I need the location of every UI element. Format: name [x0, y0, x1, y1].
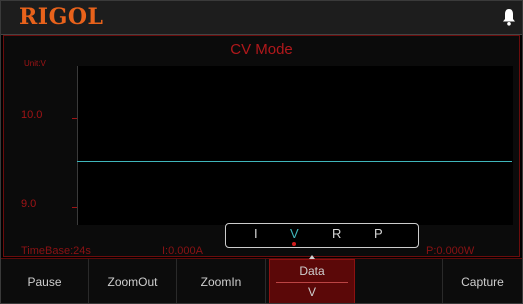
data-value: V	[276, 282, 348, 301]
empty-softkey[interactable]	[355, 259, 443, 303]
top-bar: RIGOL	[1, 1, 522, 35]
y-tick-mark	[72, 207, 77, 208]
data-button[interactable]: Data V	[269, 255, 355, 303]
capture-button[interactable]: Capture	[443, 259, 522, 303]
caret-up-icon	[309, 255, 315, 259]
y-tick-label: 9.0	[21, 198, 37, 210]
power-readout: P:0.000W	[426, 245, 475, 257]
plot-area	[77, 66, 513, 225]
unit-label: Unit:V	[24, 59, 46, 68]
selector-item-v[interactable]: V	[290, 226, 299, 241]
pause-button[interactable]: Pause	[1, 259, 89, 303]
selector-item-r[interactable]: R	[332, 226, 341, 241]
zoom-in-button[interactable]: ZoomIn	[177, 259, 266, 303]
brand-logo: RIGOL	[19, 4, 104, 30]
selected-indicator-dot	[292, 242, 296, 246]
pause-label: Pause	[27, 275, 62, 289]
current-readout: I:0.000A	[162, 245, 203, 257]
zoom-out-label: ZoomOut	[107, 275, 158, 289]
zoom-out-button[interactable]: ZoomOut	[89, 259, 177, 303]
capture-label: Capture	[461, 275, 504, 289]
voltage-trace	[77, 161, 512, 162]
mode-title: CV Mode	[230, 41, 293, 58]
zoom-in-label: ZoomIn	[200, 275, 242, 289]
parameter-selector[interactable]: I V R P	[225, 223, 419, 248]
data-label: Data	[299, 264, 325, 278]
y-tick-label: 10.0	[21, 109, 43, 121]
y-tick-mark	[72, 118, 77, 119]
softkey-bar: Pause ZoomOut ZoomIn Data V Capture	[1, 255, 522, 303]
bell-icon[interactable]	[502, 8, 516, 26]
selector-item-p[interactable]: P	[374, 226, 383, 241]
selector-item-i[interactable]: I	[254, 226, 258, 241]
app-window: RIGOL CV Mode Unit:V 10.0 9.0 TimeBase:2…	[0, 0, 523, 304]
timebase-readout: TimeBase:24s	[21, 245, 91, 257]
